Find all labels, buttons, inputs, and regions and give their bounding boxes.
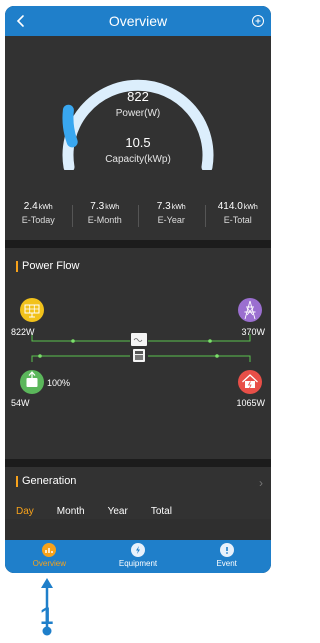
battery-icon: [20, 370, 44, 394]
generation-tabs: Day Month Year Total: [16, 506, 195, 517]
nav-overview[interactable]: Overview: [5, 540, 94, 573]
nav-equipment-label: Equipment: [118, 559, 158, 568]
tab-month[interactable]: Month: [57, 506, 85, 517]
chevron-left-icon[interactable]: [13, 13, 29, 29]
alert-icon: [219, 543, 234, 557]
stat-label: E-Total: [223, 215, 252, 225]
flow-dot: [38, 354, 42, 358]
bottom-nav: Overview Equipment Event: [5, 540, 271, 573]
nav-equipment[interactable]: Equipment: [94, 540, 183, 573]
bolt-icon: [131, 543, 145, 557]
battery-soc: 100%: [47, 378, 71, 388]
power-tower-icon: [238, 298, 262, 322]
stat-e-year: 7.3kWh E-Year: [138, 201, 205, 233]
flow-dot: [215, 354, 219, 358]
power-flow-diagram: [20, 298, 262, 394]
callout-number: 1: [40, 603, 54, 630]
capacity-value: 10.5: [125, 135, 151, 150]
stat-label: E-Today: [21, 215, 55, 225]
stat-value: 7.3: [156, 201, 171, 212]
chart-icon: [42, 543, 57, 557]
chevron-right-icon[interactable]: ›: [259, 476, 263, 490]
callout-arrowhead: [41, 578, 53, 588]
stat-e-today: 2.4kWh E-Today: [5, 201, 72, 233]
app-screen: Overview 822 Power(W) 10.5 Capacity(kWp)…: [5, 6, 271, 573]
solar-panel-icon: [20, 298, 44, 322]
stat-label: E-Month: [87, 215, 122, 225]
stat-unit: kWh: [105, 204, 120, 211]
power-value: 822: [127, 89, 149, 104]
power-gauge: [62, 79, 214, 170]
load-power-value: 1065W: [236, 398, 265, 408]
page-title: Overview: [108, 13, 168, 29]
nav-event[interactable]: Event: [182, 540, 271, 573]
power-flow-panel: Power Flow 822W 370W 100% 54W 1065W: [5, 248, 271, 459]
stat-value: 7.3: [90, 201, 105, 212]
stat-unit: kWh: [243, 204, 258, 211]
solar-power-value: 822W: [11, 327, 35, 337]
stat-e-total: 414.0kWh E-Total: [204, 201, 272, 233]
generation-panel[interactable]: Generation › Day Month Year Total: [5, 459, 271, 519]
inverter-icon: [131, 333, 147, 362]
grid-flow-line: [148, 334, 251, 342]
nav-event-label: Event: [216, 559, 237, 568]
grid-power-value: 370W: [241, 327, 265, 337]
top-bar: Overview: [5, 6, 271, 36]
stat-label: E-Year: [157, 215, 185, 225]
solar-flow-line: [31, 334, 130, 342]
stat-value: 2.4: [23, 201, 38, 212]
stat-unit: kWh: [171, 204, 186, 211]
generation-title: Generation: [16, 475, 76, 487]
battery-power-value: 54W: [11, 398, 30, 408]
stat-value: 414.0: [217, 201, 243, 212]
overview-summary: 822 Power(W) 10.5 Capacity(kWp) 2.4kWh E…: [5, 36, 271, 240]
stat-e-month: 7.3kWh E-Month: [71, 201, 139, 233]
capacity-label: Capacity(kWp): [105, 154, 171, 165]
tab-day[interactable]: Day: [16, 506, 34, 517]
title-accent: [16, 475, 18, 487]
tab-year[interactable]: Year: [108, 506, 128, 517]
plus-circle-icon[interactable]: [251, 14, 265, 28]
stat-unit: kWh: [38, 204, 53, 211]
flow-dot: [71, 339, 75, 343]
flow-dots: [38, 339, 219, 358]
home-icon: [238, 370, 262, 394]
generation-title-text: Generation: [22, 475, 77, 487]
flow-dot: [208, 339, 212, 343]
section-divider: [5, 240, 271, 248]
load-flow-line: [148, 355, 251, 362]
nav-overview-label: Overview: [32, 559, 66, 568]
battery-flow-line: [31, 355, 130, 362]
energy-stats: 2.4kWh E-Today 7.3kWh E-Month 7.3kWh E-Y…: [5, 201, 271, 233]
power-label: Power(W): [115, 108, 161, 119]
tab-total[interactable]: Total: [151, 506, 172, 517]
